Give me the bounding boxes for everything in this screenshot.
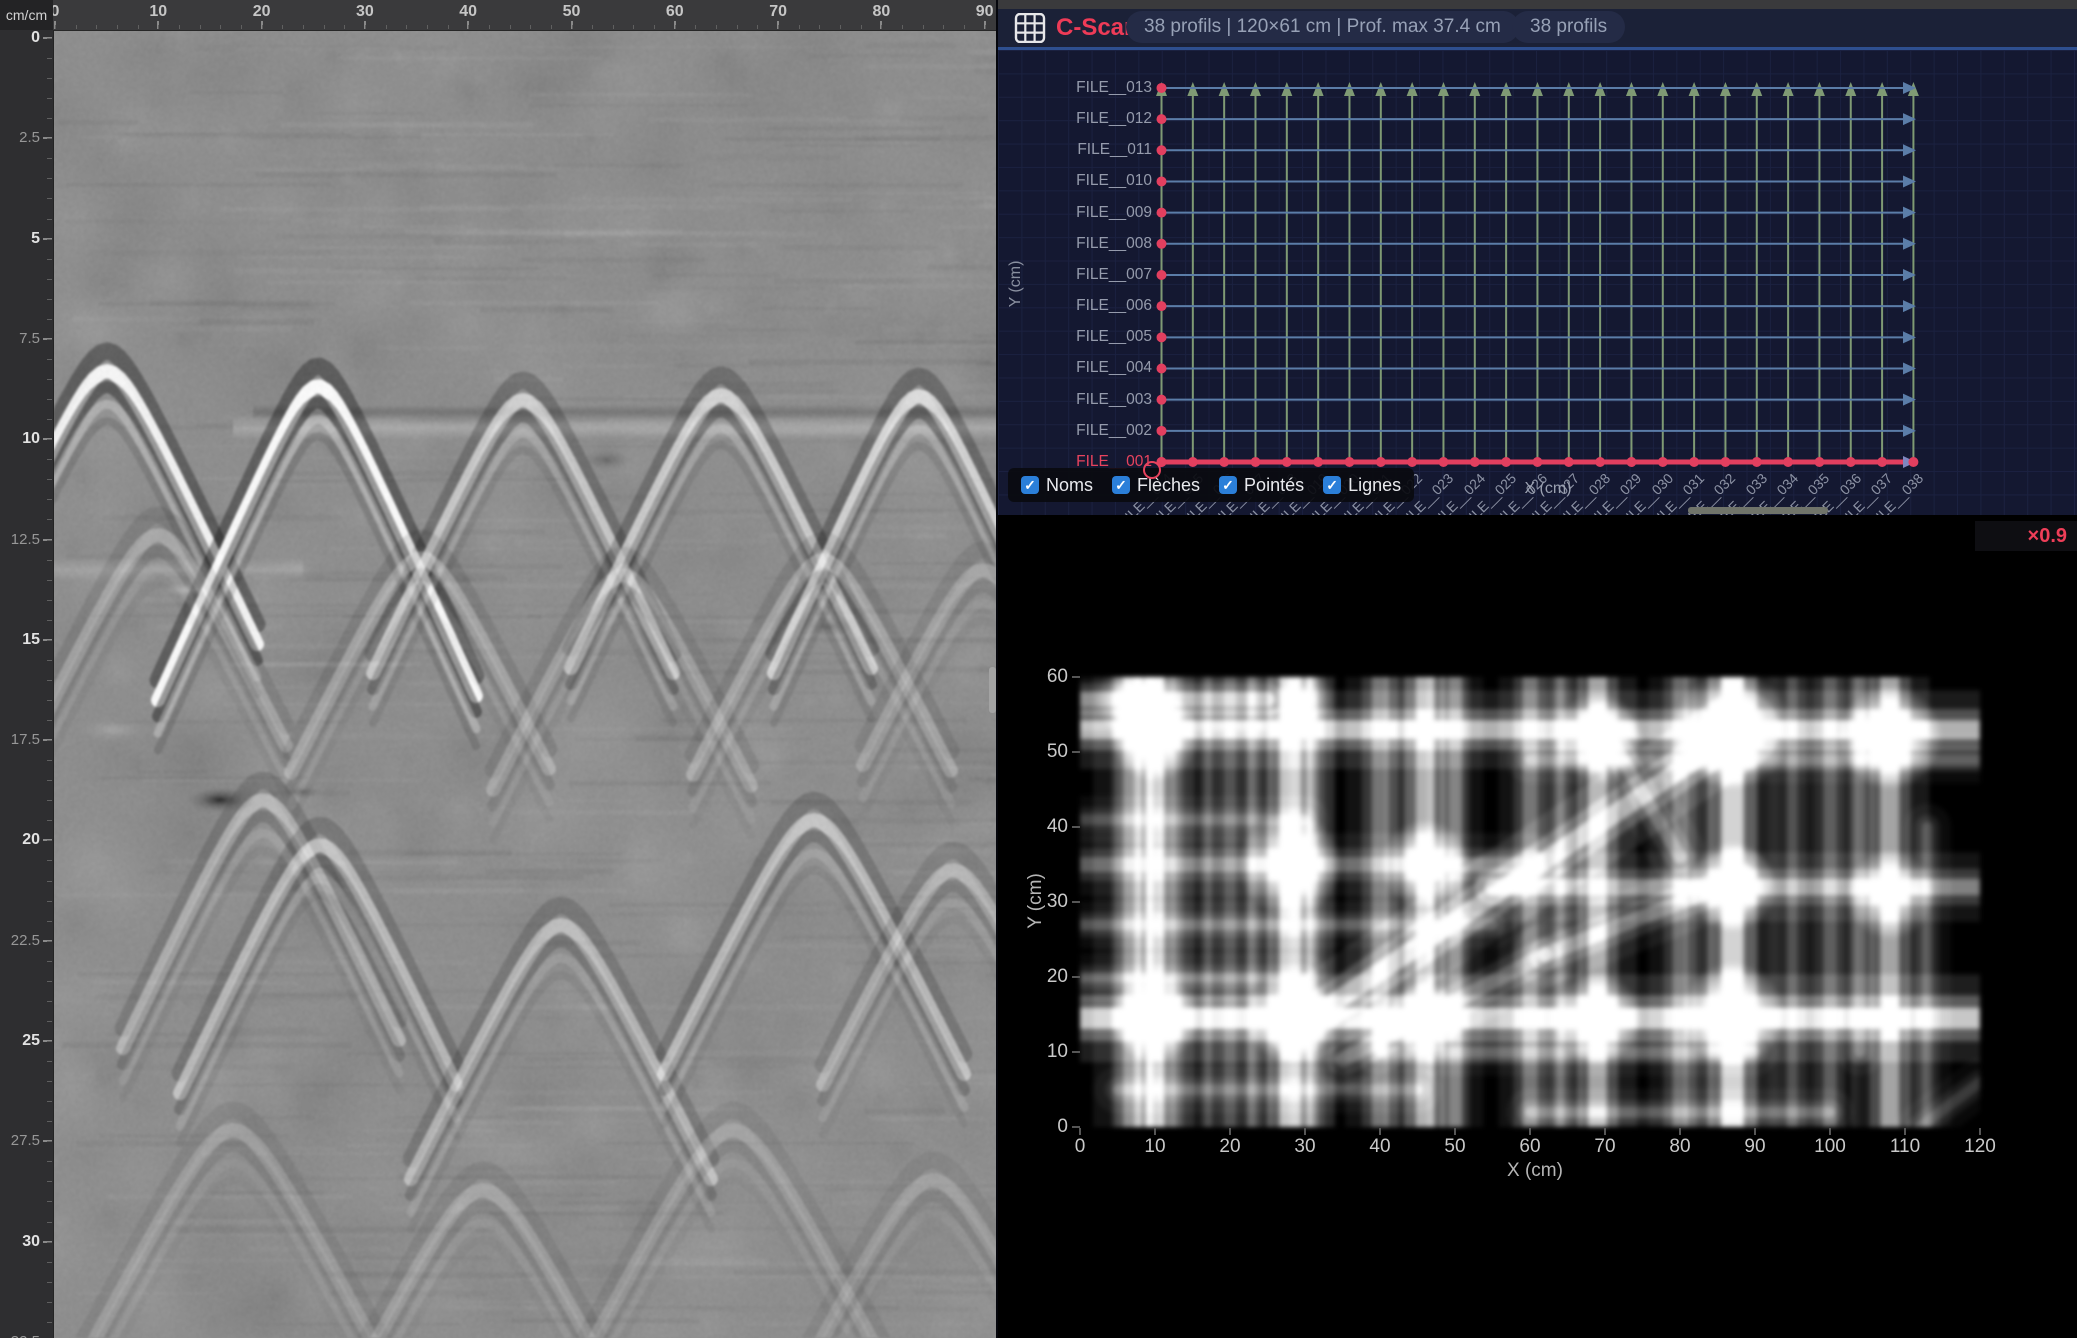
checkbox-label: Noms [1046,475,1093,496]
v-ruler-number: 10 [2,430,40,448]
heatmap-x-tick: 20 [1200,1136,1260,1158]
profile-row-label[interactable]: FILE__002 [1040,421,1152,441]
cscan-header: C-Scan 38 profils | 120×61 cm | Prof. ma… [998,9,2077,47]
heatmap-x-tick: 90 [1725,1136,1785,1158]
heatmap-x-tick: 0 [1050,1136,1110,1158]
survey-grid-panel[interactable]: FILE__001FILE__002FILE__003FILE__004FILE… [998,50,2077,515]
option-noms[interactable]: ✓ Noms [1021,475,1093,496]
checkbox-icon[interactable]: ✓ [1219,476,1237,494]
heatmap-y-axis-label: Y (cm) [1025,861,1047,941]
heatmap-x-tick: 10 [1125,1136,1185,1158]
checkbox-label: Lignes [1348,475,1401,496]
v-ruler-number: 25 [2,1032,40,1050]
heatmap-x-tick: 60 [1500,1136,1560,1158]
profile-row-label[interactable]: FILE__005 [1040,327,1152,347]
grid-x-axis-label: X (cm) [1498,480,1598,498]
ruler-unit-box: cm/cm [0,0,53,30]
profile-row-label[interactable]: FILE__010 [1040,171,1152,191]
h-ruler-number: 40 [446,3,490,21]
profile-row-label[interactable]: FILE__003 [1040,390,1152,410]
heatmap-y-tick: 50 [1008,741,1068,763]
h-ruler-number: 70 [756,3,800,21]
checkbox-label: Pointés [1244,475,1304,496]
option-pointés[interactable]: ✓ Pointés [1219,475,1304,496]
h-ruler-number: 10 [136,3,180,21]
h-ruler-number: 80 [859,3,903,21]
profiles-count-badge: 38 profils [1512,11,1625,43]
v-ruler-number: 7.5 [2,330,40,347]
panel-divider[interactable] [996,0,998,1338]
checkbox-icon[interactable]: ✓ [1323,476,1341,494]
v-ruler-number: 32.5 [2,1333,40,1338]
h-ruler-number: 20 [240,3,284,21]
bscan-radargram-canvas[interactable] [53,30,998,1338]
heatmap-y-tick: 60 [1008,666,1068,688]
v-ruler-number: 0 [2,29,40,47]
grid-y-axis-label: Y (cm) [1007,244,1025,324]
v-ruler-number: 12.5 [2,531,40,548]
profile-row-label[interactable]: FILE__011 [1040,140,1152,160]
heatmap-x-tick: 50 [1425,1136,1485,1158]
v-ruler-number: 15 [2,631,40,649]
profile-row-label[interactable]: FILE__012 [1040,109,1152,129]
app-window: 0 10 20 30 40 50 60 70 80 90 0 2.5 5 7.5 10 12.5 15 17.5… [0,0,2077,1338]
profile-row-label[interactable]: FILE__008 [1040,234,1152,254]
heatmap-x-tick: 40 [1350,1136,1410,1158]
profile-row-label[interactable]: FILE__007 [1040,265,1152,285]
v-ruler-number: 2.5 [2,129,40,146]
cscan-column: C-Scan 38 profils | 120×61 cm | Prof. ma… [998,0,2077,1338]
display-options-bar: ✓Noms✓Flèches✓Pointés✓Lignes [1008,468,1414,502]
scale-factor-badge: ×0.9 [1975,521,2077,551]
h-ruler-number: 30 [343,3,387,21]
grid-horizontal-scrollbar-thumb[interactable] [1688,507,1828,514]
checkbox-icon[interactable]: ✓ [1021,476,1039,494]
profile-row-label[interactable]: FILE__006 [1040,296,1152,316]
survey-grid-plot[interactable] [998,50,2077,515]
bscan-panel[interactable]: 0102030405060708090 02.557.51012.51517.5… [0,0,996,1338]
h-ruler-number: 50 [550,3,594,21]
profile-row-label[interactable]: FILE__009 [1040,203,1152,223]
heatmap-x-axis-label: X (cm) [1480,1160,1590,1182]
bscan-horizontal-ruler: 0102030405060708090 [0,0,996,31]
bscan-vertical-ruler: 0 2.5 5 7.5 10 12.5 15 17.5 20 22.5 25 27.5 30 32.5 [0,30,54,1338]
v-ruler-number: 5 [2,230,40,248]
h-ruler-number: 60 [653,3,697,21]
heatmap-y-tick: 10 [1008,1041,1068,1063]
origin-marker-ring [1143,461,1161,479]
heatmap-x-tick: 80 [1650,1136,1710,1158]
v-ruler-number: 22.5 [2,932,40,949]
heatmap-y-tick: 0 [1008,1116,1068,1138]
v-ruler-number: 30 [2,1233,40,1251]
checkbox-icon[interactable]: ✓ [1112,476,1130,494]
profile-row-label[interactable]: FILE__004 [1040,358,1152,378]
h-ruler-number: 90 [963,3,1007,21]
heatmap-y-tick: 20 [1008,966,1068,988]
v-ruler-number: 27.5 [2,1132,40,1149]
profiles-info-badge: 38 profils | 120×61 cm | Prof. max 37.4 … [1126,11,1519,43]
option-lignes[interactable]: ✓ Lignes [1323,475,1401,496]
heatmap-y-tick: 40 [1008,816,1068,838]
heatmap-x-tick: 100 [1800,1136,1860,1158]
grid-icon [1014,13,1046,43]
v-ruler-number: 20 [2,831,40,849]
heatmap-x-tick: 30 [1275,1136,1335,1158]
bscan-scrollbar-thumb[interactable] [989,667,996,713]
v-ruler-number: 17.5 [2,731,40,748]
heatmap-x-tick: 110 [1875,1136,1935,1158]
cscan-heatmap-canvas[interactable] [1080,677,1980,1127]
heatmap-x-tick: 70 [1575,1136,1635,1158]
cscan-map-panel[interactable]: ×0.9 01020304050607080901001101200102030… [998,515,2077,1338]
profile-row-label[interactable]: FILE__013 [1040,78,1152,98]
top-strip [998,0,2077,9]
heatmap-x-tick: 120 [1950,1136,2010,1158]
